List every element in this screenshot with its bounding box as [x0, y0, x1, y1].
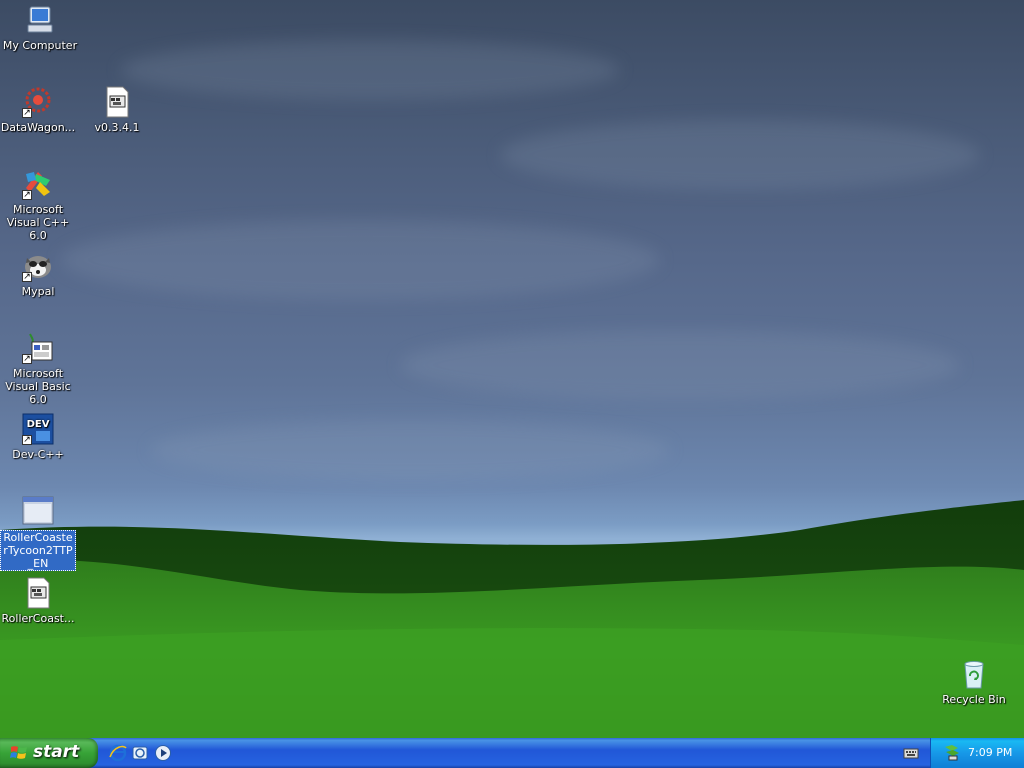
desktop-icon-visual-cpp[interactable]: ↗ Microsoft Visual C++ 6.0 — [0, 168, 78, 242]
recycle-bin-icon — [958, 658, 990, 690]
shortcut-arrow-icon: ↗ — [22, 435, 32, 445]
desktop-icon-visual-basic[interactable]: ↗ Microsoft Visual Basic 6.0 — [0, 332, 78, 406]
desktop-icon-label: RollerCoasterTycoon2TTP_EN — [0, 530, 76, 571]
keyboard-icon[interactable] — [903, 746, 919, 760]
desktop-icon-mypal[interactable]: ↗ Mypal — [0, 250, 78, 298]
desktop-icon-datawagon[interactable]: ↗ DataWagon... — [0, 86, 78, 134]
mypal-icon: ↗ — [22, 250, 54, 282]
visual-cpp-icon: ↗ — [22, 168, 54, 200]
shortcut-arrow-icon: ↗ — [22, 190, 32, 200]
desktop-icon-label: RollerCoast... — [1, 612, 75, 625]
datawagon-icon: ↗ — [22, 86, 54, 118]
shortcut-arrow-icon: ↗ — [22, 108, 32, 118]
dev-badge-text: DEV — [27, 419, 50, 430]
desktop-icon-label: DataWagon... — [0, 121, 76, 134]
windows-logo-icon — [10, 746, 27, 759]
start-label: start — [33, 742, 80, 762]
desktop-icon-label: My Computer — [2, 39, 78, 52]
desktop-icon-rct2-folder[interactable]: RollerCoasterTycoon2TTP_EN — [0, 495, 78, 571]
media-player-icon[interactable] — [154, 744, 172, 762]
desktop-icon-label: Microsoft Visual Basic 6.0 — [5, 367, 71, 406]
desktop-icon-recycle-bin[interactable]: Recycle Bin — [934, 658, 1014, 706]
system-tray: 7:09 PM — [930, 738, 1024, 768]
ie-icon[interactable] — [109, 744, 127, 762]
visual-basic-icon: ↗ — [22, 332, 54, 364]
shortcut-arrow-icon: ↗ — [22, 272, 32, 282]
document-icon — [101, 86, 133, 118]
network-icon[interactable] — [943, 744, 961, 762]
shortcut-arrow-icon: ↗ — [22, 354, 32, 364]
desktop-icon-dev-cpp[interactable]: DEV ↗ Dev-C++ — [0, 413, 78, 461]
my-computer-icon — [24, 4, 56, 36]
start-button[interactable]: start — [0, 738, 98, 768]
clock[interactable]: 7:09 PM — [968, 746, 1012, 759]
desktop-icon-v0341[interactable]: v0.3.4.1 — [77, 86, 157, 134]
dev-cpp-icon: DEV ↗ — [22, 413, 54, 445]
desktop-icon-label: v0.3.4.1 — [94, 121, 140, 134]
outlook-express-icon[interactable] — [131, 744, 149, 762]
window-app-icon — [22, 495, 54, 527]
desktop-icon-label: Recycle Bin — [942, 693, 1006, 706]
desktop-icon-my-computer[interactable]: My Computer — [0, 4, 80, 52]
desktop: My Computer ↗ DataWagon... v0.3.4.1 ↗ Mi… — [0, 0, 1024, 738]
desktop-icon-label: Microsoft Visual C++ 6.0 — [6, 203, 70, 242]
document-icon — [22, 577, 54, 609]
desktop-icon-label: Mypal — [21, 285, 55, 298]
desktop-icon-rollercoast-file[interactable]: RollerCoast... — [0, 577, 78, 625]
taskbar: start 7:09 PM — [0, 738, 1024, 768]
desktop-icon-label: Dev-C++ — [12, 448, 64, 461]
